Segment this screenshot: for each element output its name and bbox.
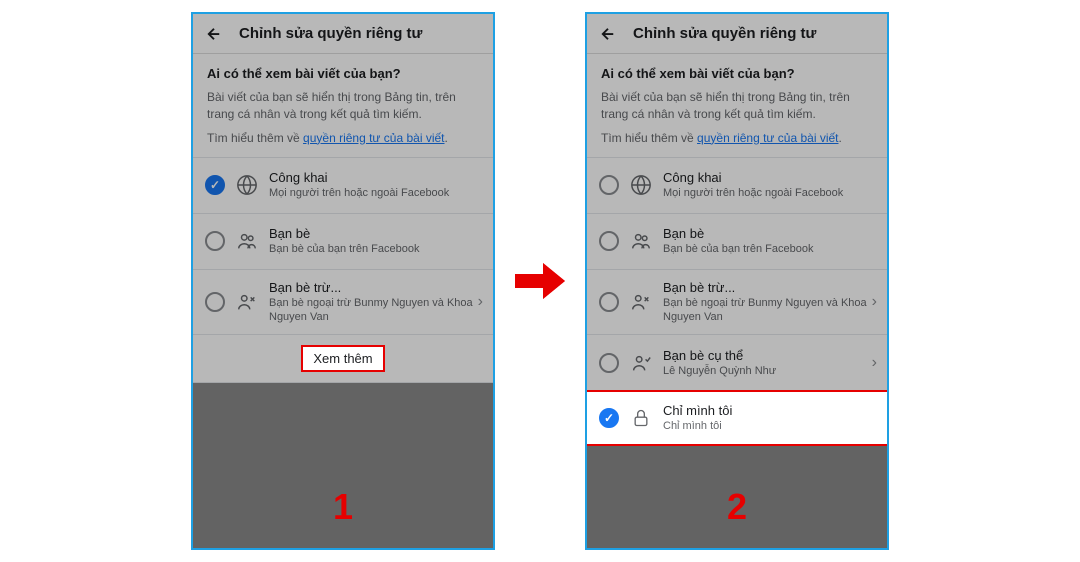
option-friends-except[interactable]: Bạn bè trừ... Bạn bè ngoại trừ Bunmy Ngu… — [587, 269, 887, 335]
question-section: Ai có thể xem bài viết của bạn? Bài viết… — [587, 54, 887, 157]
option-title: Bạn bè — [663, 226, 875, 241]
header: Chỉnh sửa quyền riêng tư — [193, 14, 493, 54]
specific-friends-icon — [629, 351, 653, 375]
question-desc: Bài viết của bạn sẽ hiển thị trong Bảng … — [601, 89, 873, 123]
globe-icon — [235, 173, 259, 197]
privacy-link[interactable]: quyền riêng tư của bài viết — [697, 131, 838, 145]
step-number: 1 — [333, 486, 353, 528]
header: Chỉnh sửa quyền riêng tư — [587, 14, 887, 54]
privacy-link[interactable]: quyền riêng tư của bài viết — [303, 131, 444, 145]
question-desc: Bài viết của bạn sẽ hiển thị trong Bảng … — [207, 89, 479, 123]
option-sub: Bạn bè của bạn trên Facebook — [663, 242, 875, 256]
globe-icon — [629, 173, 653, 197]
chevron-right-icon: › — [478, 293, 483, 311]
friends-except-icon — [235, 290, 259, 314]
learn-more: Tìm hiểu thêm về quyền riêng tư của bài … — [207, 131, 479, 145]
option-sub: Bạn bè của bạn trên Facebook — [269, 242, 481, 256]
radio-checked-icon — [599, 408, 619, 428]
option-friends[interactable]: Bạn bè Bạn bè của bạn trên Facebook — [587, 213, 887, 269]
see-more-button[interactable]: Xem thêm — [301, 345, 384, 372]
phone-step-1: Chỉnh sửa quyền riêng tư Ai có thể xem b… — [191, 12, 495, 550]
option-public[interactable]: Công khai Mọi người trên hoặc ngoài Face… — [193, 157, 493, 213]
radio-icon — [599, 353, 619, 373]
option-sub: Chỉ mình tôi — [663, 419, 875, 433]
option-title: Công khai — [663, 170, 875, 185]
option-title: Bạn bè — [269, 226, 481, 241]
option-title: Bạn bè trừ... — [663, 280, 875, 295]
option-sub: Bạn bè ngoại trừ Bunmy Nguyen và Khoa Ng… — [269, 296, 481, 325]
option-friends[interactable]: Bạn bè Bạn bè của bạn trên Facebook — [193, 213, 493, 269]
question-title: Ai có thể xem bài viết của bạn? — [207, 66, 479, 81]
radio-icon — [599, 292, 619, 312]
chevron-right-icon: › — [872, 293, 877, 311]
radio-icon — [599, 175, 619, 195]
arrow-icon — [513, 259, 567, 303]
radio-icon — [205, 231, 225, 251]
friends-except-icon — [629, 290, 653, 314]
radio-icon — [599, 231, 619, 251]
option-title: Bạn bè cụ thể — [663, 348, 875, 363]
option-sub: Lê Nguyễn Quỳnh Như — [663, 364, 875, 378]
back-icon[interactable] — [599, 25, 617, 43]
phone-step-2: Chỉnh sửa quyền riêng tư Ai có thể xem b… — [585, 12, 889, 550]
radio-checked-icon — [205, 175, 225, 195]
question-section: Ai có thể xem bài viết của bạn? Bài viết… — [193, 54, 493, 157]
question-title: Ai có thể xem bài viết của bạn? — [601, 66, 873, 81]
option-friends-except[interactable]: Bạn bè trừ... Bạn bè ngoại trừ Bunmy Ngu… — [193, 269, 493, 335]
option-specific-friends[interactable]: Bạn bè cụ thể Lê Nguyễn Quỳnh Như › — [587, 334, 887, 390]
step-number: 2 — [727, 486, 747, 528]
option-sub: Mọi người trên hoặc ngoài Facebook — [663, 186, 875, 200]
header-title: Chỉnh sửa quyền riêng tư — [633, 25, 816, 42]
option-sub: Bạn bè ngoại trừ Bunmy Nguyen và Khoa Ng… — [663, 296, 875, 325]
header-title: Chỉnh sửa quyền riêng tư — [239, 25, 422, 42]
see-more-row: Xem thêm — [193, 334, 493, 383]
chevron-right-icon: › — [872, 354, 877, 372]
back-icon[interactable] — [205, 25, 223, 43]
option-public[interactable]: Công khai Mọi người trên hoặc ngoài Face… — [587, 157, 887, 213]
learn-more: Tìm hiểu thêm về quyền riêng tư của bài … — [601, 131, 873, 145]
radio-icon — [205, 292, 225, 312]
friends-icon — [629, 229, 653, 253]
option-title: Công khai — [269, 170, 481, 185]
option-title: Chỉ mình tôi — [663, 403, 875, 418]
option-title: Bạn bè trừ... — [269, 280, 481, 295]
option-sub: Mọi người trên hoặc ngoài Facebook — [269, 186, 481, 200]
option-only-me[interactable]: Chỉ mình tôi Chỉ mình tôi — [587, 390, 887, 446]
lock-icon — [629, 406, 653, 430]
friends-icon — [235, 229, 259, 253]
